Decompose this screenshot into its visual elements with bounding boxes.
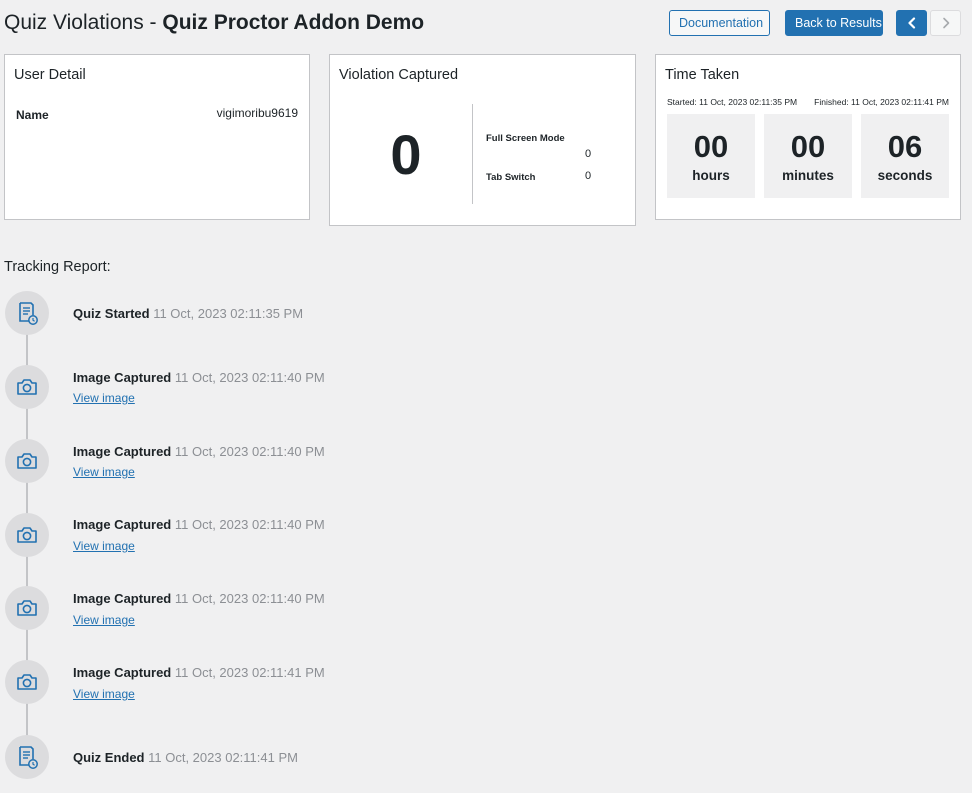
- event-title: Quiz Started: [73, 306, 150, 321]
- timeline-event-quiz-ended: Quiz Ended 11 Oct, 2023 02:11:41 PM: [73, 750, 298, 765]
- event-time: 11 Oct, 2023 02:11:35 PM: [153, 306, 304, 321]
- camera-icon: [17, 674, 37, 690]
- timeline-marker: [5, 291, 49, 335]
- timeline-marker: [5, 439, 49, 483]
- event-title: Image Captured: [73, 370, 172, 385]
- view-image-link[interactable]: View image: [73, 391, 135, 405]
- event-title: Image Captured: [73, 665, 172, 680]
- document-clock-icon: [19, 302, 38, 325]
- camera-icon: [17, 600, 37, 616]
- camera-icon: [17, 453, 37, 469]
- event-title: Quiz Ended: [73, 750, 145, 765]
- event-title: Image Captured: [73, 444, 172, 459]
- timeline-event-image-captured: Image Captured 11 Oct, 2023 02:11:41 PM: [73, 665, 325, 680]
- timeline-marker: [5, 660, 49, 704]
- event-time: 11 Oct, 2023 02:11:41 PM: [174, 665, 325, 680]
- timeline-marker: [5, 735, 49, 779]
- timeline-event-image-captured: Image Captured 11 Oct, 2023 02:11:40 PM: [73, 444, 325, 459]
- view-image-link[interactable]: View image: [73, 613, 135, 627]
- timeline-marker: [5, 586, 49, 630]
- event-time: 11 Oct, 2023 02:11:40 PM: [174, 444, 325, 459]
- view-image-link[interactable]: View image: [73, 465, 135, 479]
- camera-icon: [17, 379, 37, 395]
- event-title: Image Captured: [73, 591, 172, 606]
- event-time: 11 Oct, 2023 02:11:41 PM: [148, 750, 298, 765]
- event-time: 11 Oct, 2023 02:11:40 PM: [174, 370, 325, 385]
- event-time: 11 Oct, 2023 02:11:40 PM: [174, 591, 325, 606]
- timeline-event-image-captured: Image Captured 11 Oct, 2023 02:11:40 PM: [73, 591, 325, 606]
- event-time: 11 Oct, 2023 02:11:40 PM: [174, 517, 325, 532]
- timeline-event-image-captured: Image Captured 11 Oct, 2023 02:11:40 PM: [73, 370, 325, 385]
- view-image-link[interactable]: View image: [73, 539, 135, 553]
- timeline-event-image-captured: Image Captured 11 Oct, 2023 02:11:40 PM: [73, 517, 325, 532]
- view-image-link[interactable]: View image: [73, 687, 135, 701]
- timeline-event-quiz-started: Quiz Started 11 Oct, 2023 02:11:35 PM: [73, 306, 303, 321]
- document-clock-icon: [19, 746, 38, 769]
- timeline-marker: [5, 365, 49, 409]
- timeline-marker: [5, 513, 49, 557]
- camera-icon: [17, 527, 37, 543]
- event-title: Image Captured: [73, 517, 172, 532]
- tracking-timeline: Quiz Started 11 Oct, 2023 02:11:35 PM Im…: [0, 0, 972, 793]
